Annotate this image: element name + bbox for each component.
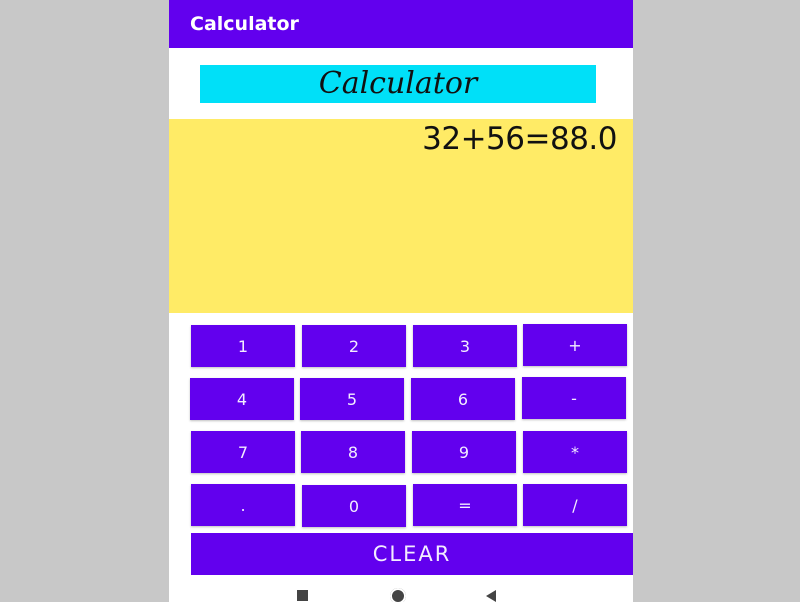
key-plus[interactable]: + [523,324,627,366]
key-divide[interactable]: / [523,484,627,526]
phone-screen: Calculator Calculator 32+56=88.0 1 2 3 +… [169,0,633,602]
result-display: 32+56=88.0 [169,119,633,313]
key-1[interactable]: 1 [191,325,295,367]
key-4[interactable]: 4 [190,378,294,420]
key-2[interactable]: 2 [302,325,406,367]
key-multiply[interactable]: * [523,431,627,473]
home-circle-icon[interactable] [390,588,406,602]
calculator-heading: Calculator [200,65,596,103]
key-equals[interactable]: = [413,484,517,526]
key-9[interactable]: 9 [412,431,516,473]
app-bar-title: Calculator [190,13,299,35]
key-minus[interactable]: - [522,377,626,419]
key-8[interactable]: 8 [301,431,405,473]
app-bar: Calculator [169,0,633,48]
back-triangle-icon[interactable] [486,590,496,602]
clear-button[interactable]: CLEAR [191,533,633,575]
key-6[interactable]: 6 [411,378,515,420]
key-decimal[interactable]: . [191,484,295,526]
expression-text: 32+56=88.0 [422,121,617,157]
system-nav-bar [169,578,633,602]
recents-square-icon[interactable] [297,590,308,601]
key-7[interactable]: 7 [191,431,295,473]
key-0[interactable]: 0 [302,485,406,527]
key-5[interactable]: 5 [300,378,404,420]
key-3[interactable]: 3 [413,325,517,367]
